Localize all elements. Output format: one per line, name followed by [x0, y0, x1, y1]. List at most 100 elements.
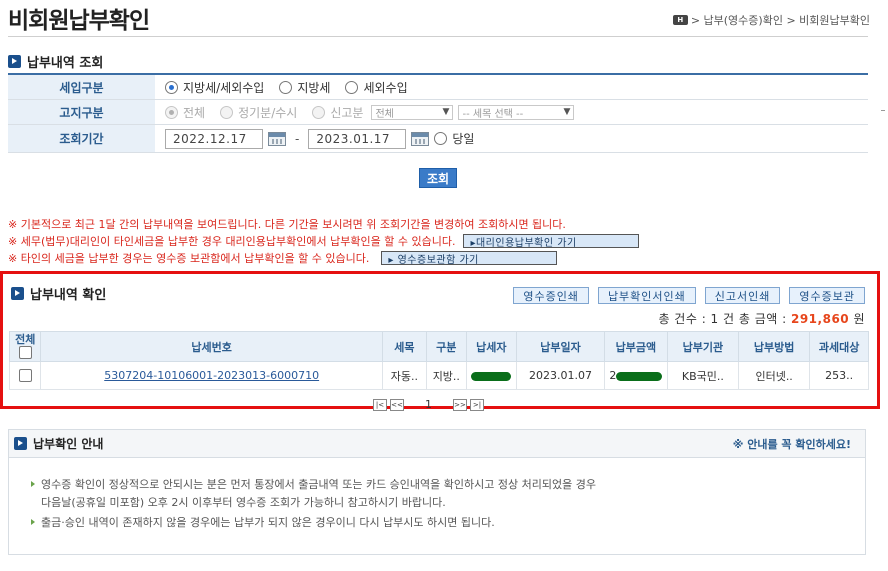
select-all-checkbox[interactable]	[18, 346, 32, 359]
section-arrow-icon	[14, 437, 27, 450]
row-checkbox-cell	[8, 361, 42, 390]
print-report-button[interactable]: 신고서인쇄	[704, 287, 781, 304]
breadcrumb-trail: > 납부(영수증)확인 > 비회원납부확인	[690, 14, 870, 27]
print-certificate-button[interactable]: 납부확인서인쇄	[597, 287, 696, 304]
col-header: 세목	[381, 331, 427, 362]
guide-item: 영수증 확인이 정상적으로 안되시는 분은 먼저 통장에서 출금내역 또는 카드…	[31, 476, 865, 494]
last-page-button[interactable]: >|	[470, 398, 484, 411]
result-summary: 총 건수 : 1 건 총 금액 : 291,860 원	[658, 310, 865, 327]
results-section-title: 납부내역 확인	[30, 288, 107, 303]
search-section-header: 납부내역 조회	[8, 52, 103, 71]
radio-label-regular: 정기분/수시	[238, 105, 298, 120]
notice-text: ※ 기본적으로 최근 1달 간의 납부내역을 보여드립니다. 다른 기간을 보시…	[8, 218, 566, 231]
type-cell: 지방..	[425, 361, 467, 390]
notice-select-value: 전체	[375, 108, 394, 120]
calendar-icon[interactable]	[268, 131, 286, 146]
radio-label-local-tax[interactable]: 지방세	[297, 79, 330, 96]
notice-line: ※ 세무(법무)대리인이 타인세금을 납부한 경우 대리인용납부확인에서 납부확…	[8, 233, 640, 249]
revenue-type-options: 지방세/세외수입 지방세 세외수입	[155, 75, 418, 99]
guide-title: 납부확인 안내	[33, 437, 104, 451]
notice-line: ※ 타인의 세금을 납부한 경우는 영수증 보관함에서 납부확인을 할 수 있습…	[8, 250, 558, 266]
row-checkbox[interactable]	[18, 369, 32, 383]
agent-check-button[interactable]: ▸대리인용납부확인 가기	[463, 234, 640, 249]
title-divider	[8, 36, 868, 37]
form-row-notice-type: 고지구분 전체 정기분/수시 신고분 전체 ▼ -- 세목 선택 -- ▼	[8, 100, 868, 125]
summary-prefix: 총 건수 : 1 건 총 금액 :	[658, 312, 791, 326]
radio-label-local-nontax[interactable]: 지방세/세외수입	[183, 79, 264, 96]
col-header: 납부금액	[603, 331, 668, 362]
notice-type-label: 고지구분	[8, 100, 155, 124]
date-cell: 2023.01.07	[515, 361, 605, 390]
radio-all	[165, 105, 178, 119]
redaction-mark	[471, 371, 512, 381]
radio-label-report: 신고분	[330, 105, 364, 120]
search-button[interactable]: 조회	[419, 168, 457, 188]
guide-panel: 납부확인 안내 ※ 안내를 꼭 확인하세요! 영수증 확인이 정상적으로 안되시…	[8, 429, 866, 555]
page-title: 비회원납부확인	[8, 8, 150, 34]
prev-page-button[interactable]: <<	[390, 398, 404, 411]
period-inputs: 2022.12.17 - 2023.01.17 당일	[155, 125, 484, 152]
chevron-down-icon: ▼	[563, 107, 571, 117]
tax-item-cell: 자동..	[381, 361, 427, 390]
col-header: 과세대상	[809, 331, 869, 362]
col-header: 납부기관	[666, 331, 740, 362]
end-date-input[interactable]: 2023.01.17	[308, 128, 407, 149]
amount-visible: 2	[609, 369, 617, 382]
results-table: 전체 납세번호 세목 구분 납세자 납부일자 납부금액 납부기관 납부방법 과세…	[8, 331, 869, 390]
search-section-title: 납부내역 조회	[27, 56, 104, 71]
current-page[interactable]: 1	[425, 398, 432, 411]
notice-text: ※ 세무(법무)대리인이 타인세금을 납부한 경우 대리인용납부확인에서 납부확…	[8, 235, 456, 248]
tax-no-link[interactable]: 5307204-10106001-2023013-6000710	[104, 369, 319, 382]
radio-label-nontax[interactable]: 세외수입	[363, 79, 407, 96]
tax-no-cell: 5307204-10106001-2023013-6000710	[40, 361, 383, 390]
payer-cell	[465, 361, 517, 390]
calendar-icon[interactable]	[411, 131, 430, 146]
target-cell: 253..	[809, 361, 869, 390]
redaction-mark	[616, 371, 663, 381]
col-header: 납세자	[465, 331, 517, 362]
period-label: 조회기간	[8, 125, 155, 152]
radio-nontax[interactable]	[345, 80, 359, 94]
agency-cell: KB국민..	[666, 361, 740, 390]
notice-type-options: 전체 정기분/수시 신고분 전체 ▼ -- 세목 선택 -- ▼	[155, 100, 575, 124]
pagination: |< << 1 >> >|	[373, 398, 484, 411]
save-receipt-button[interactable]: 영수증보관	[789, 287, 865, 304]
radio-local-tax[interactable]	[279, 80, 293, 94]
radio-today[interactable]	[434, 132, 448, 145]
first-page-button[interactable]: |<	[373, 398, 387, 411]
guide-item: 출금·승인 내역이 존재하지 않을 경우에는 납부가 되지 않은 경우이니 다시…	[31, 514, 865, 532]
results-panel: 납부내역 확인 영수증인쇄 납부확인서인쇄 신고서인쇄 영수증보관 총 건수 :…	[0, 271, 880, 411]
radio-regular	[220, 105, 234, 119]
col-header: 납부일자	[515, 331, 605, 362]
next-page-button[interactable]: >>	[453, 398, 467, 411]
guide-title-wrap: 납부확인 안내	[14, 435, 103, 452]
results-actions: 영수증인쇄 납부확인서인쇄 신고서인쇄 영수증보관	[513, 287, 865, 304]
revenue-type-label: 세입구분	[8, 75, 155, 99]
summary-unit: 원	[849, 312, 865, 326]
col-header: 납부방법	[738, 331, 811, 362]
receipt-box-button[interactable]: ▸ 영수증보관함 가기	[381, 251, 558, 266]
notice-text: ※ 타인의 세금을 납부한 경우는 영수증 보관함에서 납부확인을 할 수 있습…	[8, 252, 370, 265]
col-header: 구분	[425, 331, 467, 362]
start-date-input[interactable]: 2022.12.17	[165, 128, 263, 149]
breadcrumb: H > 납부(영수증)확인 > 비회원납부확인	[600, 12, 870, 28]
home-icon[interactable]: H	[672, 15, 688, 25]
col-select-all-label: 전체	[15, 333, 36, 346]
col-select-all: 전체	[8, 331, 42, 362]
guide-item-continued: 다음날(공휴일 미포함) 오후 2시 이후부터 영수증 조회가 가능하니 참고하…	[41, 496, 446, 509]
radio-local-nontax[interactable]	[165, 80, 178, 94]
tax-item-select[interactable]: -- 세목 선택 -- ▼	[458, 104, 575, 120]
print-receipt-button[interactable]: 영수증인쇄	[513, 287, 589, 304]
radio-label-all: 전체	[183, 105, 206, 120]
guide-header: 납부확인 안내 ※ 안내를 꼭 확인하세요!	[9, 430, 865, 458]
tax-item-select-value: -- 세목 선택 --	[462, 108, 524, 120]
table-header-row: 전체 납세번호 세목 구분 납세자 납부일자 납부금액 납부기관 납부방법 과세…	[8, 331, 869, 362]
notice-line: ※ 기본적으로 최근 1달 간의 납부내역을 보여드립니다. 다른 기간을 보시…	[8, 216, 566, 232]
date-separator: -	[295, 131, 300, 146]
chevron-down-icon: ▼	[442, 107, 450, 117]
radio-label-today[interactable]: 당일	[452, 130, 474, 147]
results-section-header: 납부내역 확인	[11, 284, 106, 303]
radio-report	[312, 105, 326, 119]
method-cell: 인터넷..	[738, 361, 811, 390]
notice-select[interactable]: 전체 ▼	[371, 104, 454, 120]
